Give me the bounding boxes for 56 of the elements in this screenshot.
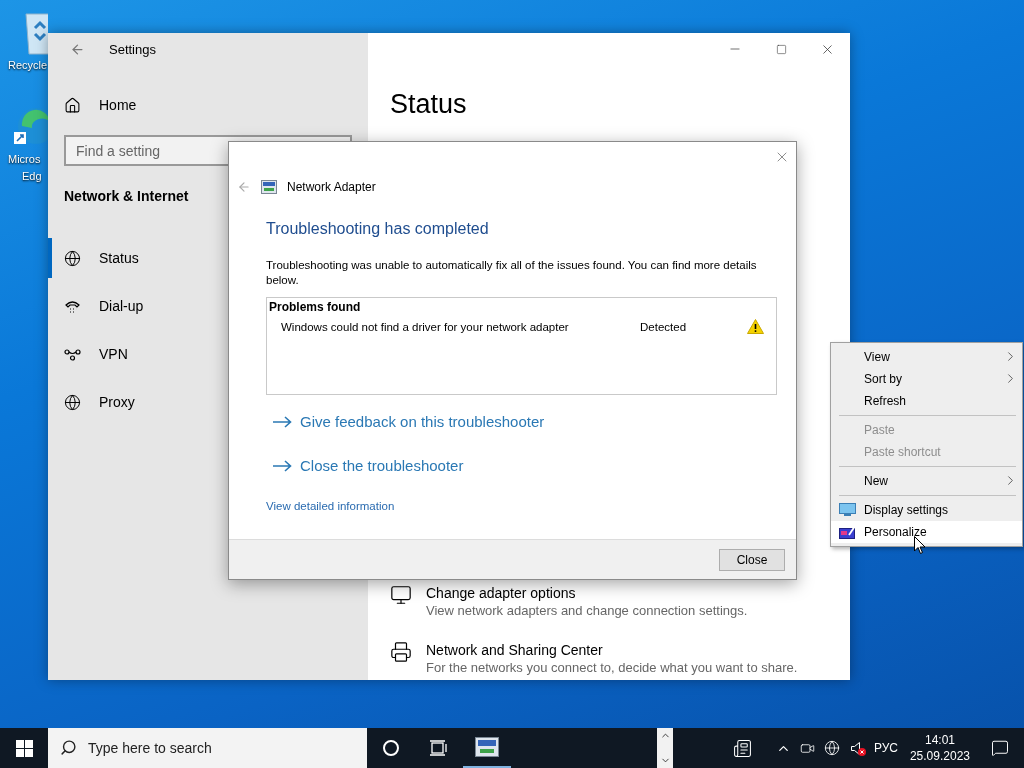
globe-icon [823,740,840,756]
option-description: View network adapters and change connection settings. [426,602,748,619]
printer-icon [390,641,412,663]
warning-icon [747,319,764,334]
dialog-title: Network Adapter [287,180,376,194]
monitor-icon [390,584,412,606]
search-icon [60,739,77,756]
clock-date[interactable]: 25.09.2023 [909,748,970,764]
details-link[interactable]: View detailed information [266,500,395,512]
globe-icon [64,249,81,267]
problem-text: Windows could not find a driver for your network adapter [281,320,570,333]
network-adapter-icon [261,180,277,194]
scroll-buttons[interactable] [657,728,673,768]
close-button[interactable]: Close [719,548,785,571]
menu-item[interactable]: View [831,346,1022,368]
menu-item[interactable]: Refresh [831,390,1022,412]
problems-header: Problems found [269,300,362,314]
back-icon[interactable] [237,180,251,194]
menu-item[interactable]: Personalize [831,521,1022,543]
option-description: For the networks you connect to, decide what you want to share. [426,659,798,676]
language-indicator[interactable]: РУС [873,741,898,755]
option-link[interactable]: Change adapter options [426,584,748,602]
home-icon [64,96,81,114]
arrow-icon [273,459,292,472]
circle-icon [382,739,400,757]
window-title: Settings [109,41,156,57]
muted-icon [857,748,866,756]
action-link[interactable]: Close the troubleshooter [273,457,464,474]
speaker-icon [851,741,861,755]
arrow-icon [273,415,292,428]
menu-item[interactable]: Sort by [831,368,1022,390]
option-link[interactable]: Network and Sharing Center [426,641,798,659]
icon-label: Micros [8,152,41,167]
clock-time[interactable]: 14:01 [924,732,955,748]
back-icon[interactable] [70,41,85,57]
news-icon [733,738,753,758]
maximize-icon [775,43,787,55]
menu-item[interactable]: New [831,470,1022,492]
menu-item[interactable]: Display settings [831,499,1022,521]
page-title: Status [390,89,468,120]
icon-label: Edg [22,169,42,184]
globe-icon [64,393,81,411]
action-link[interactable]: Give feedback on this troubleshooter [273,413,545,430]
task-view-icon [430,740,448,756]
cursor-icon [914,536,926,555]
dialog-heading: Troubleshooting has completed [266,220,490,238]
home-link[interactable]: Home [48,85,352,125]
taskbar-search-field[interactable]: Type here to search [48,728,367,768]
windows-logo-icon [15,739,33,757]
network-adapter-icon [475,737,499,757]
paintbrush-monitor-icon [839,525,856,539]
monitor-icon [839,503,856,516]
nav-item[interactable]: VPN [48,334,352,374]
problem-status: Detected [640,320,688,333]
speech-bubble-icon [991,739,1009,757]
icon-label: Recycle [8,58,48,73]
